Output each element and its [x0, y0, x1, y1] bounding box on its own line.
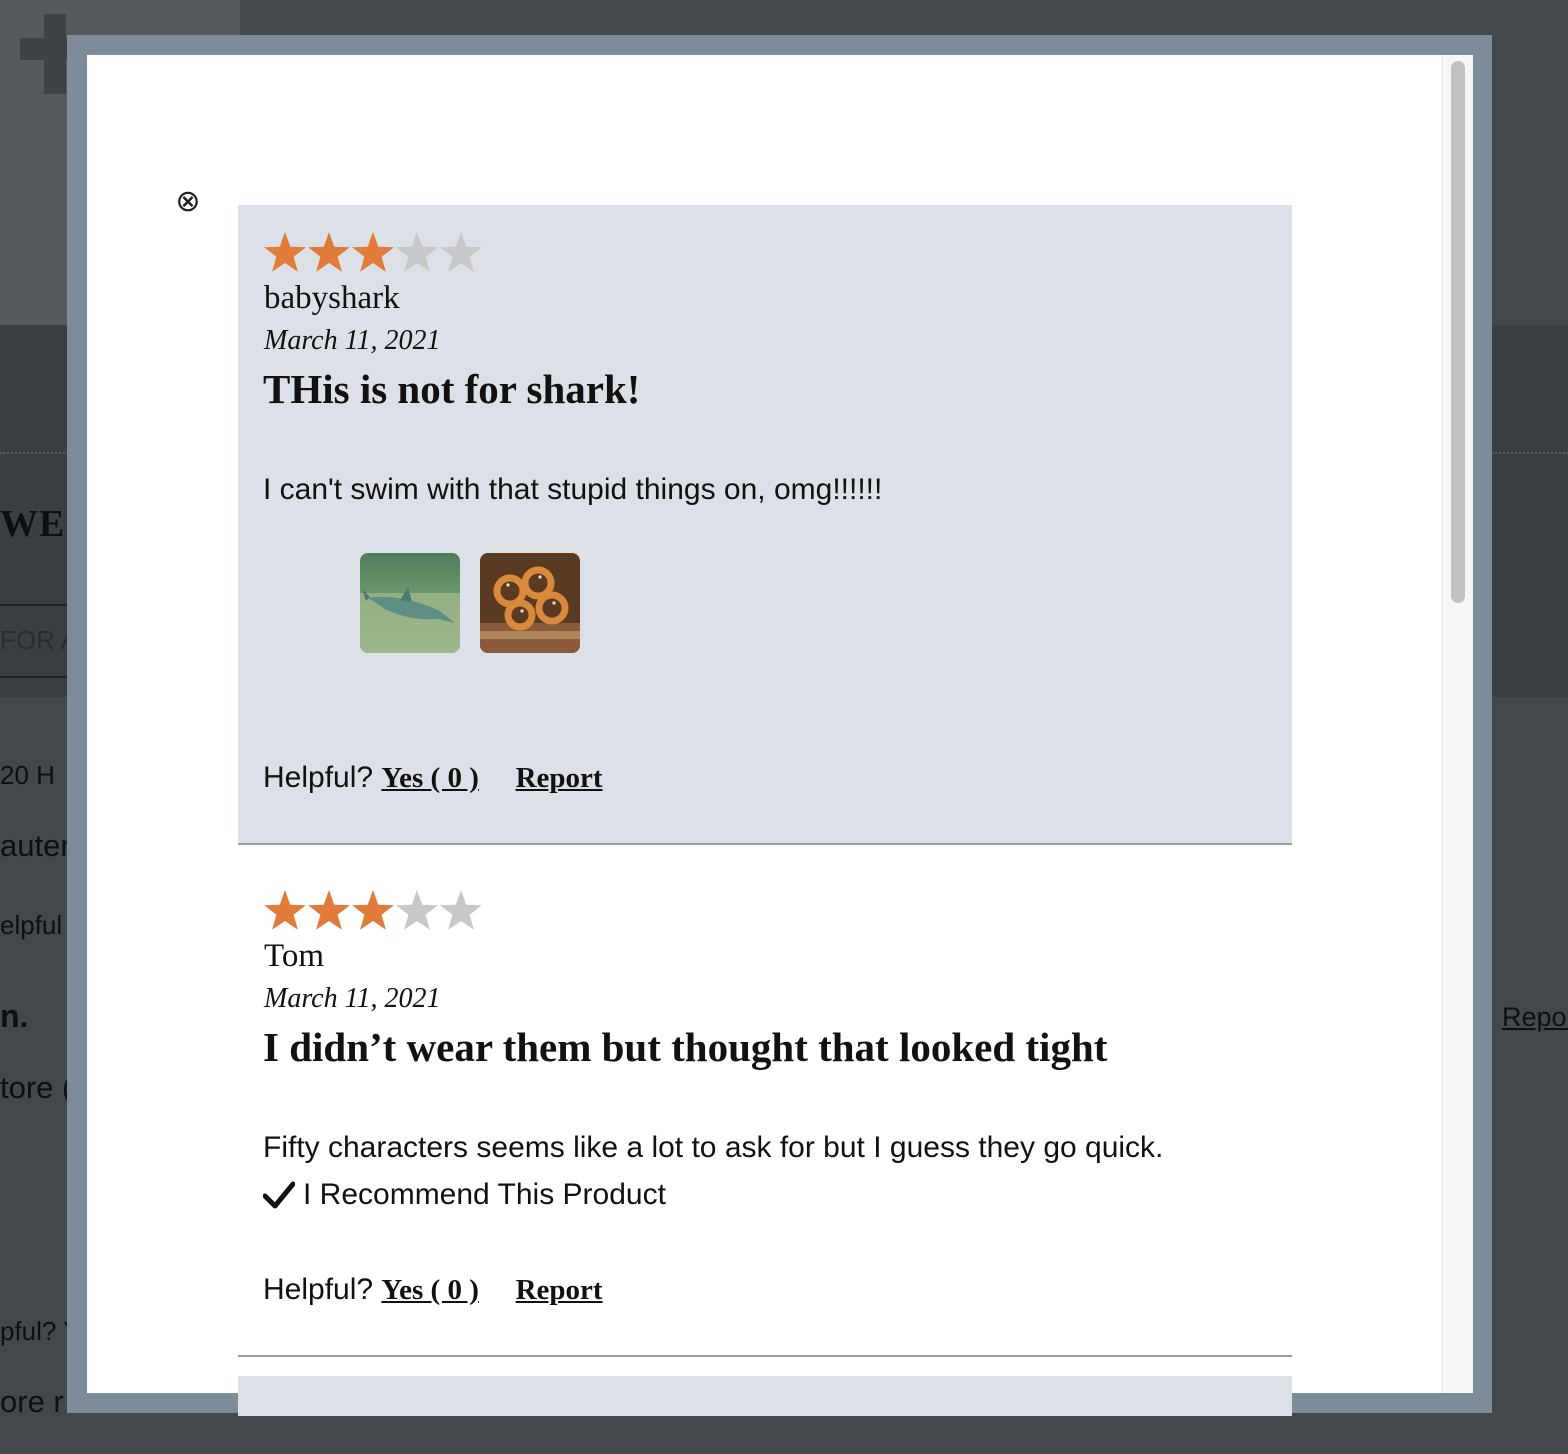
background-report-link: Repor: [1502, 1002, 1568, 1032]
star-filled-icon: [308, 232, 350, 272]
review-photos: [360, 553, 580, 653]
star-filled-icon: [308, 890, 350, 930]
shark-photo-thumbnail[interactable]: [360, 553, 460, 653]
star-empty-icon: [440, 232, 482, 272]
helpful-label: Helpful?: [263, 1273, 374, 1306]
recommend-label: I Recommend This Product: [303, 1178, 666, 1211]
star-empty-icon: [440, 890, 482, 930]
review-card: Tom March 11, 2021 I didn’t wear them bu…: [238, 845, 1292, 1357]
helpful-label: Helpful?: [263, 761, 374, 794]
helpful-yes-link[interactable]: Yes ( 0 ): [381, 1274, 478, 1306]
reviewer-name: Tom: [264, 938, 325, 974]
pretzels-photo-thumbnail[interactable]: [480, 553, 580, 653]
recommend-row: I Recommend This Product: [262, 1178, 666, 1212]
star-filled-icon: [352, 232, 394, 272]
background-review-title: n.: [0, 998, 29, 1034]
star-filled-icon: [352, 890, 394, 930]
review-date: March 11, 2021: [264, 983, 441, 1014]
modal-scrollbar[interactable]: [1442, 55, 1473, 1393]
close-icon[interactable]: ⊗: [173, 187, 203, 217]
star-rating: [263, 231, 488, 275]
background-helpful: elpful: [0, 910, 63, 940]
review-card: babyshark March 11, 2021 THis is not for…: [238, 205, 1292, 845]
helpful-row: Helpful? Yes ( 0 ) Report: [263, 1273, 603, 1307]
background-review-body: tore (: [0, 1070, 73, 1105]
star-rating: [263, 889, 488, 933]
review-date: March 11, 2021: [264, 325, 441, 356]
background-more: ore r: [0, 1384, 64, 1419]
review-card-partial: [238, 1376, 1292, 1416]
reviewer-name: babyshark: [264, 280, 400, 316]
review-body: Fifty characters seems like a lot to ask…: [263, 1131, 1164, 1164]
helpful-yes-link[interactable]: Yes ( 0 ): [381, 762, 478, 794]
scrollbar-thumb[interactable]: [1451, 61, 1465, 603]
star-empty-icon: [396, 890, 438, 930]
checkmark-icon: [262, 1180, 296, 1210]
report-link[interactable]: Report: [516, 762, 603, 794]
helpful-row: Helpful? Yes ( 0 ) Report: [263, 761, 603, 795]
star-filled-icon: [264, 890, 306, 930]
review-title: THis is not for shark!: [263, 366, 641, 412]
plus-icon-stem: [44, 14, 66, 94]
background-author: auter: [0, 828, 71, 863]
background-review-count: 20 H: [0, 760, 55, 790]
star-empty-icon: [396, 232, 438, 272]
star-filled-icon: [264, 232, 306, 272]
background-heading: WE: [0, 503, 66, 545]
review-title: I didn’t wear them but thought that look…: [263, 1024, 1108, 1070]
report-link[interactable]: Report: [516, 1274, 603, 1306]
review-body: I can't swim with that stupid things on,…: [263, 473, 883, 506]
